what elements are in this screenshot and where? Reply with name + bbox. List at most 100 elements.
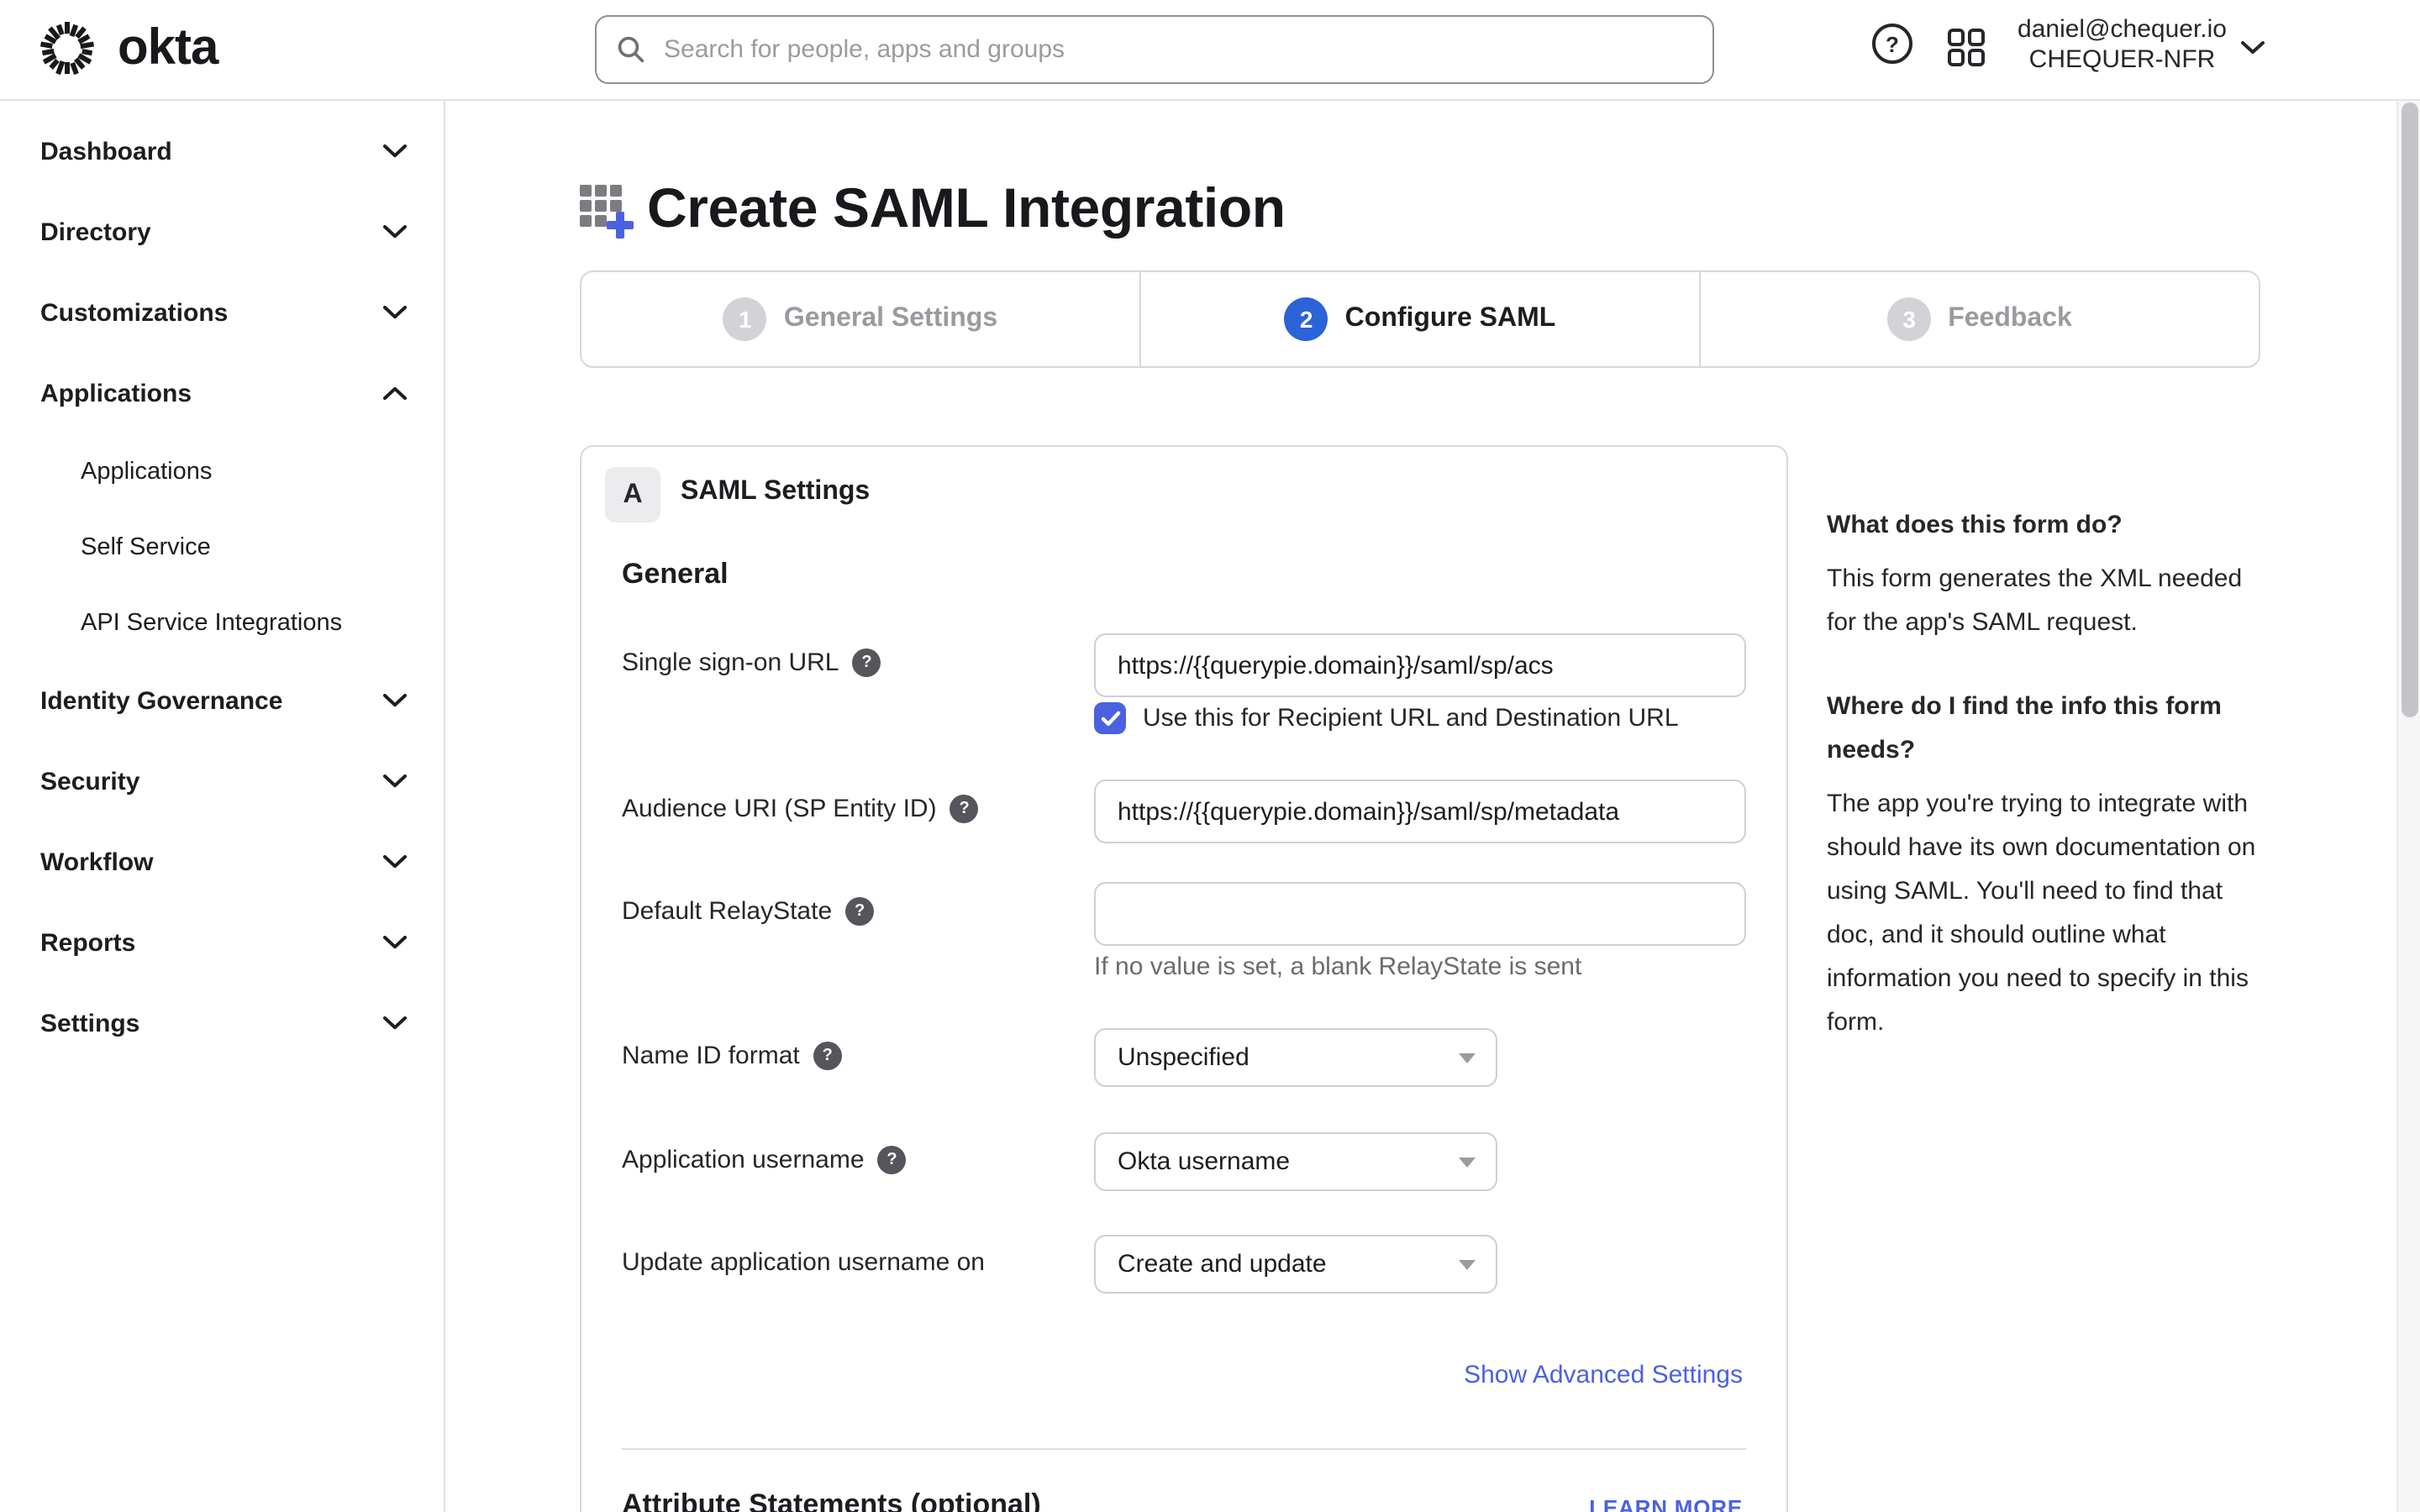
sidebar-item-directory[interactable]: Directory bbox=[0, 192, 444, 272]
sidebar-item-dashboard[interactable]: Dashboard bbox=[0, 111, 444, 192]
chevron-down-icon bbox=[383, 1016, 407, 1030]
apps-grid-icon[interactable] bbox=[1946, 27, 1986, 67]
sidebar-item-label: Identity Governance bbox=[40, 686, 282, 715]
sidebar-nav: Dashboard Directory Customizations Appli… bbox=[0, 99, 445, 1512]
top-bar: okta ? daniel@chequer.io CHEQUER-NFR bbox=[0, 0, 2420, 101]
sso-url-label-row: Single sign-on URL ? bbox=[622, 648, 881, 677]
relaystate-label-row: Default RelayState ? bbox=[622, 897, 874, 926]
sidebar-subitem-self-service[interactable]: Self Service bbox=[0, 509, 444, 585]
step-general-settings[interactable]: 1 General Settings bbox=[581, 272, 1139, 366]
help-tooltip-icon[interactable]: ? bbox=[878, 1146, 907, 1174]
chevron-up-icon bbox=[383, 386, 407, 400]
chevron-down-icon bbox=[383, 774, 407, 788]
contextual-help-panel: What does this form do? This form genera… bbox=[1827, 504, 2264, 1085]
select-value: Okta username bbox=[1118, 1147, 1290, 1176]
search-icon bbox=[617, 35, 645, 64]
sidebar-item-identity-governance[interactable]: Identity Governance bbox=[0, 660, 444, 741]
chevron-down-icon bbox=[383, 936, 407, 949]
nameid-select[interactable]: Unspecified bbox=[1094, 1028, 1497, 1087]
step-label: Configure SAML bbox=[1345, 304, 1556, 334]
page-header: Create SAML Integration bbox=[576, 175, 1286, 242]
help-tooltip-icon[interactable]: ? bbox=[950, 795, 979, 823]
field-label: Update application username on bbox=[622, 1248, 985, 1277]
step-label: General Settings bbox=[784, 304, 997, 334]
sidebar-item-label: Security bbox=[40, 767, 139, 795]
question-icon: ? bbox=[861, 654, 871, 672]
sidebar-subitem-applications[interactable]: Applications bbox=[0, 433, 444, 509]
sidebar-item-workflow[interactable]: Workflow bbox=[0, 822, 444, 902]
select-value: Unspecified bbox=[1118, 1043, 1249, 1072]
audience-uri-label-row: Audience URI (SP Entity ID) ? bbox=[622, 795, 979, 823]
step-number-badge: 2 bbox=[1285, 297, 1328, 341]
audience-uri-input[interactable] bbox=[1094, 780, 1746, 843]
select-caret-icon bbox=[1459, 1053, 1476, 1063]
step-number-badge: 1 bbox=[723, 297, 767, 341]
field-label: Application username bbox=[622, 1146, 865, 1174]
field-label: Audience URI (SP Entity ID) bbox=[622, 795, 937, 823]
relaystate-input[interactable] bbox=[1094, 882, 1746, 946]
select-value: Create and update bbox=[1118, 1250, 1327, 1278]
section-badge: A bbox=[605, 467, 660, 522]
okta-admin-console: okta ? daniel@chequer.io CHEQUER-NFR bbox=[0, 0, 2420, 1512]
sidebar-item-applications[interactable]: Applications bbox=[0, 353, 444, 433]
sidebar-item-settings[interactable]: Settings bbox=[0, 983, 444, 1063]
chevron-down-icon[interactable] bbox=[2240, 40, 2265, 55]
question-icon: ? bbox=[823, 1047, 833, 1065]
global-search bbox=[595, 15, 1714, 84]
sidebar-item-reports[interactable]: Reports bbox=[0, 902, 444, 983]
help-answer-1: This form generates the XML needed for t… bbox=[1827, 558, 2264, 645]
help-tooltip-icon[interactable]: ? bbox=[813, 1042, 842, 1070]
question-icon: ? bbox=[855, 902, 865, 921]
search-input[interactable] bbox=[660, 34, 1692, 66]
sidebar-item-label: Dashboard bbox=[40, 137, 172, 165]
account-email: daniel@chequer.io bbox=[2018, 15, 2227, 45]
recipient-url-checkbox[interactable] bbox=[1094, 702, 1126, 734]
select-caret-icon bbox=[1459, 1259, 1476, 1269]
scrollbar-thumb[interactable] bbox=[2402, 102, 2418, 717]
okta-logo[interactable]: okta bbox=[34, 15, 218, 82]
account-org: CHEQUER-NFR bbox=[2018, 45, 2227, 76]
brand-wordmark: okta bbox=[118, 20, 218, 77]
sidebar-subitem-api-service-integrations[interactable]: API Service Integrations bbox=[0, 585, 444, 660]
step-label: Feedback bbox=[1948, 304, 2072, 334]
step-configure-saml[interactable]: 2 Configure SAML bbox=[1139, 272, 1699, 366]
account-menu[interactable]: daniel@chequer.io CHEQUER-NFR bbox=[2018, 15, 2227, 76]
chevron-down-icon bbox=[383, 855, 407, 869]
section-divider bbox=[622, 1448, 1746, 1450]
okta-logo-icon bbox=[34, 15, 101, 82]
learn-more-link[interactable]: LEARN MORE bbox=[1589, 1495, 1743, 1512]
saml-settings-panel: A SAML Settings General Single sign-on U… bbox=[580, 445, 1788, 1512]
sidebar-item-label: API Service Integrations bbox=[81, 609, 342, 636]
grid-plus-icon bbox=[576, 175, 640, 242]
nameid-label-row: Name ID format ? bbox=[622, 1042, 842, 1070]
sidebar-item-label: Applications bbox=[40, 379, 192, 407]
show-advanced-settings-link[interactable]: Show Advanced Settings bbox=[1464, 1361, 1743, 1389]
help-tooltip-icon[interactable]: ? bbox=[853, 648, 881, 677]
relaystate-helper-text: If no value is set, a blank RelayState i… bbox=[1094, 953, 1581, 981]
checkbox-label: Use this for Recipient URL and Destinati… bbox=[1143, 704, 1679, 732]
help-tooltip-icon[interactable]: ? bbox=[845, 897, 874, 926]
help-answer-2: The app you're trying to integrate with … bbox=[1827, 783, 2264, 1045]
sidebar-item-security[interactable]: Security bbox=[0, 741, 444, 822]
question-icon: ? bbox=[886, 1151, 897, 1169]
field-label: Single sign-on URL bbox=[622, 648, 839, 677]
question-icon: ? bbox=[959, 800, 969, 818]
question-icon: ? bbox=[1886, 31, 1899, 56]
step-feedback[interactable]: 3 Feedback bbox=[1699, 272, 2259, 366]
update-username-label-row: Update application username on bbox=[622, 1248, 985, 1277]
field-label: Name ID format bbox=[622, 1042, 800, 1070]
sidebar-item-customizations[interactable]: Customizations bbox=[0, 272, 444, 353]
chevron-down-icon bbox=[383, 144, 407, 158]
help-question-1: What does this form do? bbox=[1827, 504, 2264, 548]
update-username-select[interactable]: Create and update bbox=[1094, 1235, 1497, 1294]
help-button[interactable]: ? bbox=[1872, 24, 1912, 64]
sidebar-item-label: Customizations bbox=[40, 298, 228, 327]
app-username-select[interactable]: Okta username bbox=[1094, 1132, 1497, 1191]
page-title: Create SAML Integration bbox=[647, 176, 1286, 240]
sidebar-item-label: Applications bbox=[81, 458, 212, 485]
select-caret-icon bbox=[1459, 1157, 1476, 1167]
sidebar-item-label: Self Service bbox=[81, 533, 211, 560]
sidebar-item-label: Workflow bbox=[40, 848, 153, 876]
attribute-statements-title: Attribute Statements (optional) bbox=[622, 1488, 1041, 1512]
sso-url-input[interactable] bbox=[1094, 633, 1746, 697]
